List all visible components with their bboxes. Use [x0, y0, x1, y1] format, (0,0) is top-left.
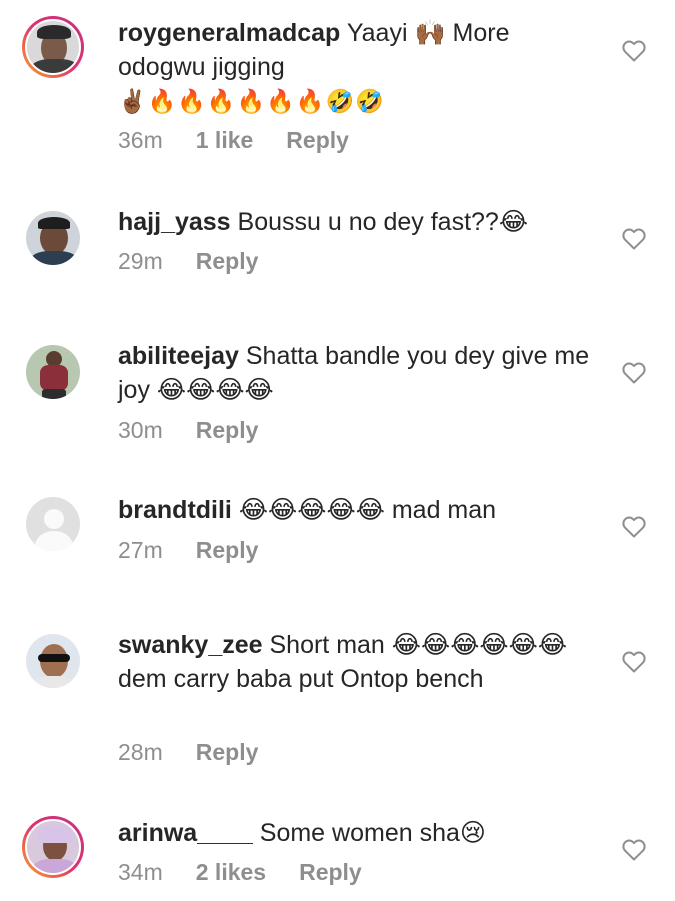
heart-outline-icon[interactable]	[622, 362, 646, 384]
avatar[interactable]	[26, 634, 80, 688]
comment-meta: 30m Reply	[118, 417, 258, 444]
comment-body: brandtdili 😂😂😂😂😂 mad man	[118, 493, 598, 527]
comment-text: 😂😂😂😂😂 mad man	[238, 496, 497, 524]
reply-button[interactable]: Reply	[299, 859, 362, 886]
comment-timestamp: 30m	[118, 417, 163, 443]
comment-meta: 36m 1 like Reply	[118, 127, 349, 154]
comment-body: abiliteejay Shatta bandle you dey give m…	[118, 339, 598, 407]
comment-text: Boussu u no dey fast??😂	[237, 208, 529, 236]
reply-button[interactable]: Reply	[196, 248, 259, 275]
comment-username[interactable]: hajj_yass	[118, 208, 231, 236]
comment-username[interactable]: swanky_zee	[118, 631, 263, 659]
comment-likes-count[interactable]: 1 like	[196, 127, 254, 154]
comment-likes-count[interactable]: 2 likes	[196, 859, 266, 886]
avatar[interactable]	[26, 497, 80, 551]
comment-body: swanky_zee Short man 😂😂😂😂😂😂 dem carry ba…	[118, 628, 598, 696]
heart-outline-icon[interactable]	[622, 228, 646, 250]
comment-timestamp: 36m	[118, 127, 163, 153]
comment-text: Some women sha😢	[259, 819, 486, 847]
comment-meta: 34m 2 likes Reply	[118, 859, 362, 886]
comment-timestamp: 34m	[118, 859, 163, 885]
comment-body: roygeneralmadcap Yaayi 🙌🏾 More odogwu ji…	[118, 16, 598, 119]
comment-timestamp: 27m	[118, 537, 163, 563]
comment-username[interactable]: brandtdili	[118, 496, 232, 524]
avatar[interactable]	[22, 16, 84, 78]
comment-emoji-line: ✌🏾🔥🔥🔥🔥🔥🔥🤣🤣	[118, 89, 385, 115]
heart-outline-icon[interactable]	[622, 516, 646, 538]
comment-body: hajj_yass Boussu u no dey fast??😂	[118, 205, 598, 239]
reply-button[interactable]: Reply	[196, 417, 259, 444]
reply-button[interactable]: Reply	[286, 127, 349, 154]
avatar[interactable]	[26, 345, 80, 399]
comment-meta: 29m Reply	[118, 248, 258, 275]
heart-outline-icon[interactable]	[622, 40, 646, 62]
heart-outline-icon[interactable]	[622, 839, 646, 861]
comment-meta: 28m Reply	[118, 739, 258, 766]
comment-timestamp: 29m	[118, 248, 163, 274]
comment-username[interactable]: abiliteejay	[118, 342, 239, 370]
comment-username[interactable]: roygeneralmadcap	[118, 19, 340, 47]
reply-button[interactable]: Reply	[196, 739, 259, 766]
comment-username[interactable]: arinwa____	[118, 819, 253, 847]
comment-timestamp: 28m	[118, 739, 163, 765]
comment-body: arinwa____ Some women sha😢	[118, 816, 598, 850]
reply-button[interactable]: Reply	[196, 537, 259, 564]
heart-outline-icon[interactable]	[622, 651, 646, 673]
avatar[interactable]	[22, 816, 84, 878]
avatar[interactable]	[26, 211, 80, 265]
comment-meta: 27m Reply	[118, 537, 258, 564]
